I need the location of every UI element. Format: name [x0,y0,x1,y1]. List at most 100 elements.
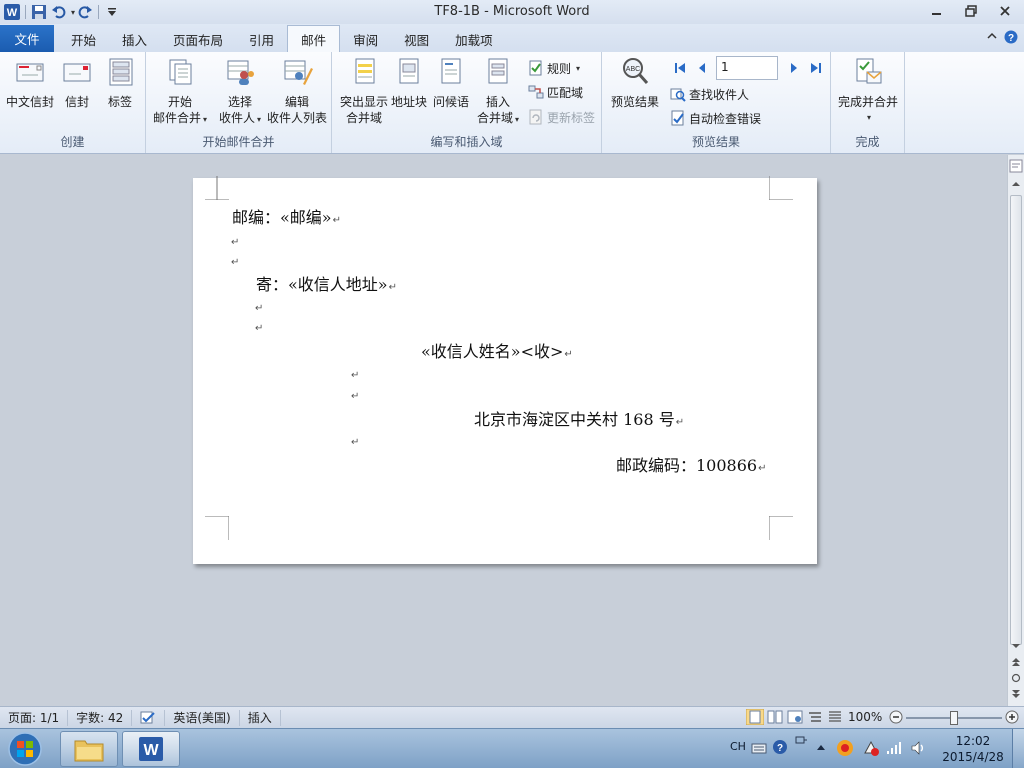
print-layout-view-icon[interactable] [746,709,764,725]
tab-file[interactable]: 文件 [0,25,54,52]
match-fields-button[interactable]: 匹配域 [528,82,583,102]
paragraph-mark: ↵ [351,370,360,381]
restore-button[interactable] [956,0,986,22]
update-labels-icon [529,109,542,125]
highlight-label-2: 合并域 [345,111,382,125]
scroll-up-icon[interactable] [1011,179,1021,189]
web-layout-view-icon[interactable] [786,709,804,725]
quick-access-toolbar: W ▾ [0,0,122,24]
address-block-icon [399,58,419,84]
folder-icon [74,740,104,762]
scroll-down-icon[interactable] [1011,641,1021,651]
preview-results-button[interactable]: ABC 预览结果 [606,56,664,110]
last-record-button[interactable] [808,58,824,78]
auto-check-errors-button[interactable]: 自动检查错误 [670,108,761,128]
next-record-button[interactable] [786,58,802,78]
auto-check-icon [671,110,684,126]
help-icon[interactable]: ? [1004,30,1018,47]
find-recipient-button[interactable]: 查找收件人 [670,84,749,104]
envelope-button[interactable]: 信封 [58,56,96,110]
start-button[interactable] [6,731,44,767]
insert-merge-field-button[interactable]: 插入 合并域 ▾ [472,56,524,128]
tab-references[interactable]: 引用 [236,26,287,52]
address-block-button[interactable]: 地址块 [388,56,430,110]
proofing-icon[interactable] [132,709,166,726]
paragraph-mark: ↵ [675,417,685,428]
insert-mode-status[interactable]: 插入 [240,709,281,726]
keyboard-icon[interactable] [751,741,767,755]
select-browse-object-icon[interactable] [1011,673,1021,683]
labels-button[interactable]: 标签 [100,56,140,110]
tab-view[interactable]: 视图 [391,26,442,52]
update-labels-button[interactable]: 更新标签 [528,107,595,127]
zoom-out-icon[interactable] [889,710,903,724]
rules-label: 规则 [547,61,572,76]
rules-button[interactable]: 规则 ▾ [528,58,580,78]
ime-options-icon[interactable] [794,735,808,747]
record-number-input[interactable]: 1 [716,56,778,80]
tab-insert[interactable]: 插入 [109,26,160,52]
word-logo-icon[interactable]: W [2,2,22,22]
sender-address-line: 北京市海淀区中关村 168 号↵ [474,410,685,429]
tab-page-layout[interactable]: 页面布局 [160,26,236,52]
network-icon[interactable] [886,741,902,755]
sender-postcode-line: 邮政编码：100866↵ [616,456,767,475]
scroll-thumb[interactable] [1010,195,1022,645]
previous-record-button[interactable] [694,58,710,78]
clock[interactable]: 12:02 2015/4/28 [938,733,1008,765]
labels-label: 标签 [107,95,132,109]
taskbar-word-button[interactable]: W [122,731,180,767]
insert-field-label-2: 合并域 [476,111,513,125]
envelope-label: 信封 [64,95,89,109]
show-hidden-icons-icon[interactable] [816,743,826,751]
highlight-merge-fields-button[interactable]: 突出显示 合并域 [336,56,392,126]
zoom-level[interactable]: 100% [848,710,882,724]
paragraph-mark: ↵ [388,282,397,293]
select-recipients-button[interactable]: 选择 收件人 ▾ [210,56,270,128]
document-page[interactable]: 邮编：«邮编»↵ ↵ ↵ 寄：«收信人地址»↵ ↵ ↵ «收信人姓名»<收>↵ … [193,176,817,564]
greeting-label: 问候语 [432,95,469,109]
start-mail-merge-button[interactable]: 开始 邮件合并 ▾ [150,56,210,128]
zoom-slider-thumb[interactable] [950,711,958,725]
next-page-icon[interactable] [1011,689,1021,699]
find-recipient-icon [670,88,686,102]
cn-envelope-button[interactable]: 中文信封 [4,56,56,110]
full-screen-reading-view-icon[interactable] [766,709,784,725]
ribbon: 中文信封 信封 标签 创建 开始 邮件合并 ▾ 选择 收件人 ▾ 编辑 收件人列表 … [0,52,1024,154]
previous-page-icon[interactable] [1011,657,1021,667]
tab-review[interactable]: 审阅 [340,26,391,52]
edit-recipients-icon [284,60,313,85]
tab-home[interactable]: 开始 [58,26,109,52]
finish-merge-button[interactable]: 完成并合并 ▾ [835,56,901,126]
edit-recipient-list-button[interactable]: 编辑 收件人列表 [264,56,330,126]
greeting-line-button[interactable]: 问候语 [430,56,472,110]
empty-paragraph: ↵ [254,296,263,315]
volume-icon[interactable] [910,740,926,756]
ruler-toggle-icon[interactable] [1009,159,1023,173]
minimize-button[interactable] [922,0,952,22]
action-center-icon[interactable] [862,739,880,757]
close-button[interactable] [990,0,1020,22]
show-desktop-button[interactable] [1012,729,1024,768]
draft-view-icon[interactable] [826,709,844,725]
ime-indicator[interactable]: CH [730,740,746,753]
first-record-button[interactable] [672,58,688,78]
language-status[interactable]: 英语(美国) [165,709,240,726]
empty-paragraph: ↵ [350,363,359,382]
tab-mailings[interactable]: 邮件 [287,25,341,52]
tab-addins[interactable]: 加载项 [442,26,506,52]
help-tray-icon[interactable]: ? [772,739,788,755]
dropdown-arrow-icon: ▾ [515,115,520,124]
save-icon[interactable] [29,2,49,22]
redo-icon[interactable] [75,2,95,22]
security-tray-icon[interactable] [836,739,854,757]
zoom-in-icon[interactable] [1005,710,1019,724]
vertical-scrollbar[interactable] [1007,155,1024,706]
customize-toolbar-icon[interactable] [102,2,122,22]
taskbar-explorer-button[interactable] [60,731,118,767]
undo-icon[interactable] [49,2,69,22]
word-count[interactable]: 字数: 42 [68,709,133,726]
page-count[interactable]: 页面: 1/1 [0,709,69,726]
outline-view-icon[interactable] [806,709,824,725]
minimize-ribbon-icon[interactable] [986,30,998,47]
